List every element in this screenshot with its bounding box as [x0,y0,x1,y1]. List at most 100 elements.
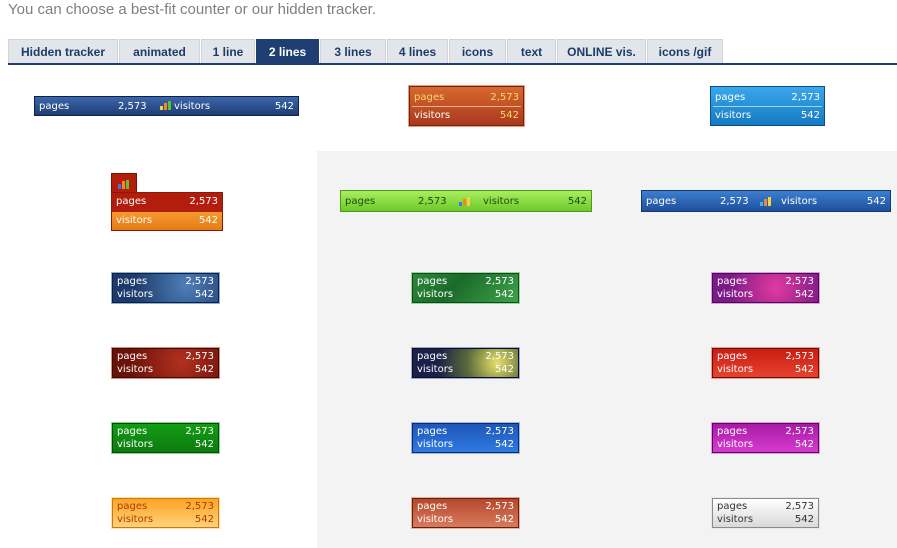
counter-option-magenta[interactable]: pages 2,573 visitors 542 [711,422,820,454]
counter-option-sky-blue[interactable]: pages 2,573 visitors 542 [710,86,825,126]
counter-option-space-yellow[interactable]: pages 2,573 visitors 542 [411,347,520,379]
pages-value: 2,573 [189,196,218,207]
tab-text[interactable]: text [507,39,556,63]
pages-value: 2,573 [418,196,447,207]
counter-option-silver[interactable]: pages 2,573 visitors 542 [711,497,820,529]
visitors-label: visitors [116,214,153,226]
visitors-label: visitors [417,439,454,450]
pages-value: 2,573 [485,501,514,512]
pages-label: pages [117,276,148,287]
pages-value: 2,573 [785,501,814,512]
tab-online-visitors[interactable]: ONLINE vis. [557,39,646,63]
logo-tab [111,173,137,193]
pages-label: pages [417,276,448,287]
counter-option-gold[interactable]: pages 2,573 visitors 542 [111,497,220,529]
pages-value: 2,573 [485,276,514,287]
visitors-label: visitors [417,364,454,375]
counter-option-green[interactable]: pages 2,573 visitors 542 [111,422,220,454]
pages-label: pages [117,351,148,362]
pages-value: 2,573 [490,92,519,103]
chart-logo-icon [459,197,471,206]
pages-label: pages [116,196,147,207]
visitors-label: visitors [414,110,451,121]
visitors-value: 542 [567,196,587,207]
pages-label: pages [417,426,448,437]
pages-value: 2,573 [791,92,820,103]
visitors-label: visitors [174,101,211,112]
visitors-value: 542 [499,110,519,121]
tab-2-lines[interactable]: 2 lines [256,39,319,63]
visitors-label: visitors [117,514,154,525]
visitors-label: visitors [715,110,752,121]
pages-value: 2,573 [118,101,147,112]
visitors-label: visitors [117,289,154,300]
pages-label: pages [715,92,746,103]
chart-logo-icon [760,197,772,206]
counter-option-purple-pink[interactable]: pages 2,573 visitors 542 [711,272,820,304]
visitors-label: visitors [117,364,154,375]
pages-value: 2,573 [785,351,814,362]
pages-value: 2,573 [485,351,514,362]
visitors-label: visitors [717,364,754,375]
counter-option-bright-red[interactable]: pages 2,573 visitors 542 [711,347,820,379]
visitors-value: 542 [194,289,214,300]
tab-4-lines[interactable]: 4 lines [387,39,448,63]
visitors-value: 542 [866,196,886,207]
visitors-value: 542 [494,364,514,375]
visitors-value: 542 [494,289,514,300]
counter-option-blue[interactable]: pages 2,573 visitors 542 [411,422,520,454]
pages-label: pages [717,426,748,437]
pages-label: pages [717,501,748,512]
tab-1-line[interactable]: 1 line [201,39,255,63]
visitors-value: 542 [194,439,214,450]
visitors-label: visitors [717,289,754,300]
counter-option-red-orange-tab[interactable]: pages 2,573 visitors 542 [111,173,223,231]
counter-option-green-pixel[interactable]: pages 2,573 visitors 542 [411,272,520,304]
chart-logo-icon [118,180,130,189]
counter-option-lime-one-line[interactable]: pages 2,573 visitors 542 [340,190,592,212]
visitors-value: 542 [198,214,218,226]
pages-label: pages [117,501,148,512]
visitors-label: visitors [781,196,818,207]
visitors-value: 542 [794,514,814,525]
pages-label: pages [117,426,148,437]
counter-body: pages 2,573 visitors 542 [111,192,223,231]
tab-hidden-tracker[interactable]: Hidden tracker [8,39,118,63]
counter-option-navy-one-line[interactable]: pages 2,573 visitors 542 [34,96,299,116]
tab-icons-gif[interactable]: icons /gif [647,39,723,63]
visitors-label: visitors [717,439,754,450]
pages-value: 2,573 [485,426,514,437]
visitors-label: visitors [483,196,520,207]
visitors-label: visitors [417,514,454,525]
visitors-label: visitors [417,289,454,300]
tab-animated[interactable]: animated [119,39,200,63]
counter-option-navy-web-pattern[interactable]: pages 2,573 visitors 542 [111,272,220,304]
pages-label: pages [345,196,376,207]
counter-option-royal-blue-one-line[interactable]: pages 2,573 visitors 542 [641,190,891,212]
intro-text: You can choose a best-fit counter or our… [8,1,377,18]
pages-label: pages [646,196,677,207]
tab-icons[interactable]: icons [449,39,506,63]
pages-value: 2,573 [185,351,214,362]
chart-logo-icon [160,101,172,110]
visitors-value: 542 [794,289,814,300]
tab-underline [8,63,897,65]
counter-option-dark-red-texture[interactable]: pages 2,573 visitors 542 [111,347,220,379]
visitors-value: 542 [494,514,514,525]
counter-option-brick-red[interactable]: pages 2,573 visitors 542 [411,497,520,529]
visitors-value: 542 [794,439,814,450]
pages-value: 2,573 [720,196,749,207]
pages-label: pages [414,92,445,103]
visitors-value: 542 [194,514,214,525]
pages-value: 2,573 [785,276,814,287]
pages-label: pages [717,276,748,287]
visitors-label: visitors [717,514,754,525]
tab-3-lines[interactable]: 3 lines [320,39,386,63]
pages-label: pages [417,351,448,362]
pages-label: pages [417,501,448,512]
visitors-value: 542 [494,439,514,450]
pages-label: pages [717,351,748,362]
pages-value: 2,573 [785,426,814,437]
counter-option-orange-rust[interactable]: pages 2,573 visitors 542 [408,85,525,127]
visitors-value: 542 [274,101,294,112]
